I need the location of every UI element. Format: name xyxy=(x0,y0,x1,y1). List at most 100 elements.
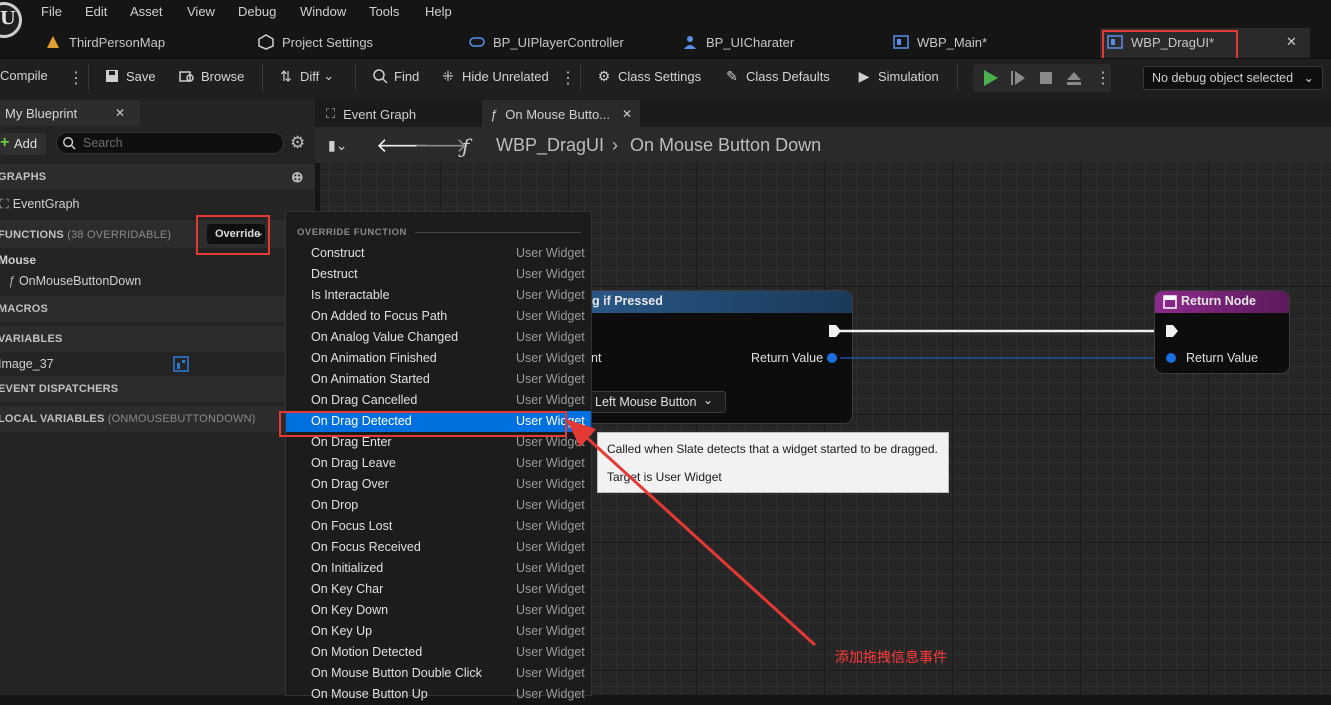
compile-options-icon[interactable]: ⋮ xyxy=(68,68,84,88)
menu-item-on-initialized[interactable]: On Initialized User Widget xyxy=(286,558,591,579)
tab-event-graph[interactable]: ⛶ Event Graph xyxy=(326,102,416,126)
tab-on-mouse-button-down[interactable]: ƒ On Mouse Butto... ✕ xyxy=(490,102,632,126)
menu-item-on-animation-finished[interactable]: On Animation Finished User Widget xyxy=(286,348,591,369)
search-input[interactable]: Search xyxy=(56,132,284,154)
tab-thirdpersonmap[interactable]: ThirdPersonMap xyxy=(45,30,165,54)
forward-arrow-icon[interactable]: 🡒 xyxy=(414,133,468,158)
unreal-logo-icon[interactable] xyxy=(0,2,22,38)
chevron-down-icon: ⌄ xyxy=(1303,71,1314,85)
hide-unrelated-icon: ⁜ xyxy=(442,68,454,84)
menu-item-on-focus-received[interactable]: On Focus Received User Widget xyxy=(286,537,591,558)
menu-window[interactable]: Window xyxy=(300,4,346,19)
play-icon[interactable] xyxy=(981,69,999,87)
menu-item-on-animation-started[interactable]: On Animation Started User Widget xyxy=(286,369,591,390)
menu-help[interactable]: Help xyxy=(425,4,452,19)
diff-button[interactable]: ⇅ Diff ⌄ xyxy=(278,68,334,84)
section-local-variables[interactable]: LOCAL VARIABLES (ONMOUSEBUTTONDOWN) xyxy=(0,406,315,432)
widget-blueprint-icon xyxy=(893,35,909,49)
class-settings-button[interactable]: ⚙ Class Settings xyxy=(596,68,701,84)
menu-item-on-added-to-focus-path[interactable]: On Added to Focus Path User Widget xyxy=(286,306,591,327)
gear-icon: ⚙ xyxy=(597,68,611,84)
menu-item-category: User Widget xyxy=(516,330,585,344)
menu-item-on-key-down[interactable]: On Key Down User Widget xyxy=(286,600,591,621)
settings-gear-icon[interactable]: ⚙ xyxy=(290,133,305,153)
browse-icon xyxy=(179,71,194,82)
struct-out-pin-icon[interactable] xyxy=(826,352,838,364)
struct-in-pin-icon[interactable] xyxy=(1165,352,1177,364)
class-defaults-button[interactable]: ✎ Class Defaults xyxy=(724,68,830,84)
tab-my-blueprint[interactable]: My Blueprint ✕ xyxy=(0,100,140,126)
more-options-icon[interactable]: ⋮ xyxy=(560,68,576,88)
menu-item-name: On Focus Received xyxy=(311,540,421,554)
menu-asset[interactable]: Asset xyxy=(130,4,163,19)
menu-debug[interactable]: Debug xyxy=(238,4,276,19)
play-options-icon[interactable]: ⋮ xyxy=(1095,68,1111,88)
divider xyxy=(415,232,581,233)
close-tab-icon[interactable]: ✕ xyxy=(1286,34,1297,50)
simulation-button[interactable]: ▶ Simulation xyxy=(856,68,939,84)
tab-bp-uiplayercontroller[interactable]: BP_UIPlayerController xyxy=(469,30,624,54)
compile-button[interactable]: Compile xyxy=(0,68,48,83)
menu-item-destruct[interactable]: Destruct User Widget xyxy=(286,264,591,285)
menu-item-on-drag-over[interactable]: On Drag Over User Widget xyxy=(286,474,591,495)
menu-item-category: User Widget xyxy=(516,687,585,701)
menu-tools[interactable]: Tools xyxy=(369,4,399,19)
section-event-dispatchers[interactable]: EVENT DISPATCHERS xyxy=(0,376,315,402)
menu-item-category: User Widget xyxy=(516,393,585,407)
menu-item-on-drag-cancelled[interactable]: On Drag Cancelled User Widget xyxy=(286,390,591,411)
hide-unrelated-button[interactable]: ⁜ Hide Unrelated xyxy=(440,68,549,84)
menu-item-on-drag-leave[interactable]: On Drag Leave User Widget xyxy=(286,453,591,474)
menu-file[interactable]: File xyxy=(41,4,62,19)
tab-bp-uicharater[interactable]: BP_UICharater xyxy=(682,30,794,54)
function-icon: ƒ xyxy=(462,134,470,158)
exec-in-pin-icon[interactable] xyxy=(1165,324,1179,338)
section-variables[interactable]: VARIABLES xyxy=(0,326,315,352)
menu-item-name: On Key Down xyxy=(311,603,389,617)
arrow-shaft xyxy=(573,425,817,647)
menu-item-on-mouse-button-double-click[interactable]: On Mouse Button Double Click User Widget xyxy=(286,663,591,684)
divider xyxy=(88,64,89,90)
tab-label: BP_UICharater xyxy=(706,34,795,50)
stop-icon[interactable] xyxy=(1037,69,1055,87)
graph-item-eventgraph[interactable]: ⛶ EventGraph xyxy=(0,197,79,212)
breadcrumb-current: On Mouse Button Down xyxy=(630,135,822,155)
function-item-onmousebuttondown[interactable]: ƒ OnMouseButtonDown xyxy=(8,274,141,288)
tab-wbp-main[interactable]: WBP_Main* xyxy=(893,30,987,54)
category-mouse[interactable]: Mouse xyxy=(0,253,36,267)
bookmark-icon[interactable]: ▮⌄ xyxy=(328,137,347,154)
menu-item-on-analog-value-changed[interactable]: On Analog Value Changed User Widget xyxy=(286,327,591,348)
function-result-icon xyxy=(1163,295,1177,309)
browse-button[interactable]: Browse xyxy=(179,68,244,84)
tab-project-settings[interactable]: Project Settings xyxy=(258,30,373,54)
menu-item-on-drop[interactable]: On Drop User Widget xyxy=(286,495,591,516)
menu-item-construct[interactable]: Construct User Widget xyxy=(286,243,591,264)
close-icon[interactable]: ✕ xyxy=(622,107,632,121)
class-settings-label: Class Settings xyxy=(618,68,702,84)
menu-item-name: Construct xyxy=(311,246,365,260)
find-button[interactable]: Find xyxy=(372,68,419,84)
menu-item-on-key-up[interactable]: On Key Up User Widget xyxy=(286,621,591,642)
menu-view[interactable]: View xyxy=(187,4,215,19)
highlight-drag-detected-annotation xyxy=(279,411,567,437)
functions-count: (38 OVERRIDABLE) xyxy=(67,229,172,241)
menu-item-is-interactable[interactable]: Is Interactable User Widget xyxy=(286,285,591,306)
save-button[interactable]: Save xyxy=(104,68,156,84)
add-button[interactable]: + Add xyxy=(0,133,46,155)
menu-item-on-key-char[interactable]: On Key Char User Widget xyxy=(286,579,591,600)
menu-item-category: User Widget xyxy=(516,351,585,365)
add-graph-icon[interactable]: ⊕ xyxy=(291,168,304,186)
key-select[interactable]: Left Mouse Button ⌄ xyxy=(590,391,726,413)
debug-object-select[interactable]: No debug object selected ⌄ xyxy=(1143,66,1323,90)
menu-item-on-motion-detected[interactable]: On Motion Detected User Widget xyxy=(286,642,591,663)
variable-item-image[interactable]: Image_37 xyxy=(0,357,54,371)
menu-edit[interactable]: Edit xyxy=(85,4,107,19)
section-graphs[interactable]: GRAPHS ⊕ xyxy=(0,164,315,190)
menu-item-name: On Drag Enter xyxy=(311,435,392,449)
eject-icon[interactable] xyxy=(1065,69,1083,87)
breadcrumb-root[interactable]: WBP_DragUI xyxy=(496,135,604,156)
close-icon[interactable]: ✕ xyxy=(115,106,125,120)
menu-item-on-focus-lost[interactable]: On Focus Lost User Widget xyxy=(286,516,591,537)
menu-item-category: User Widget xyxy=(516,246,585,260)
advance-frame-icon[interactable] xyxy=(1009,69,1027,87)
section-macros[interactable]: MACROS xyxy=(0,296,315,322)
